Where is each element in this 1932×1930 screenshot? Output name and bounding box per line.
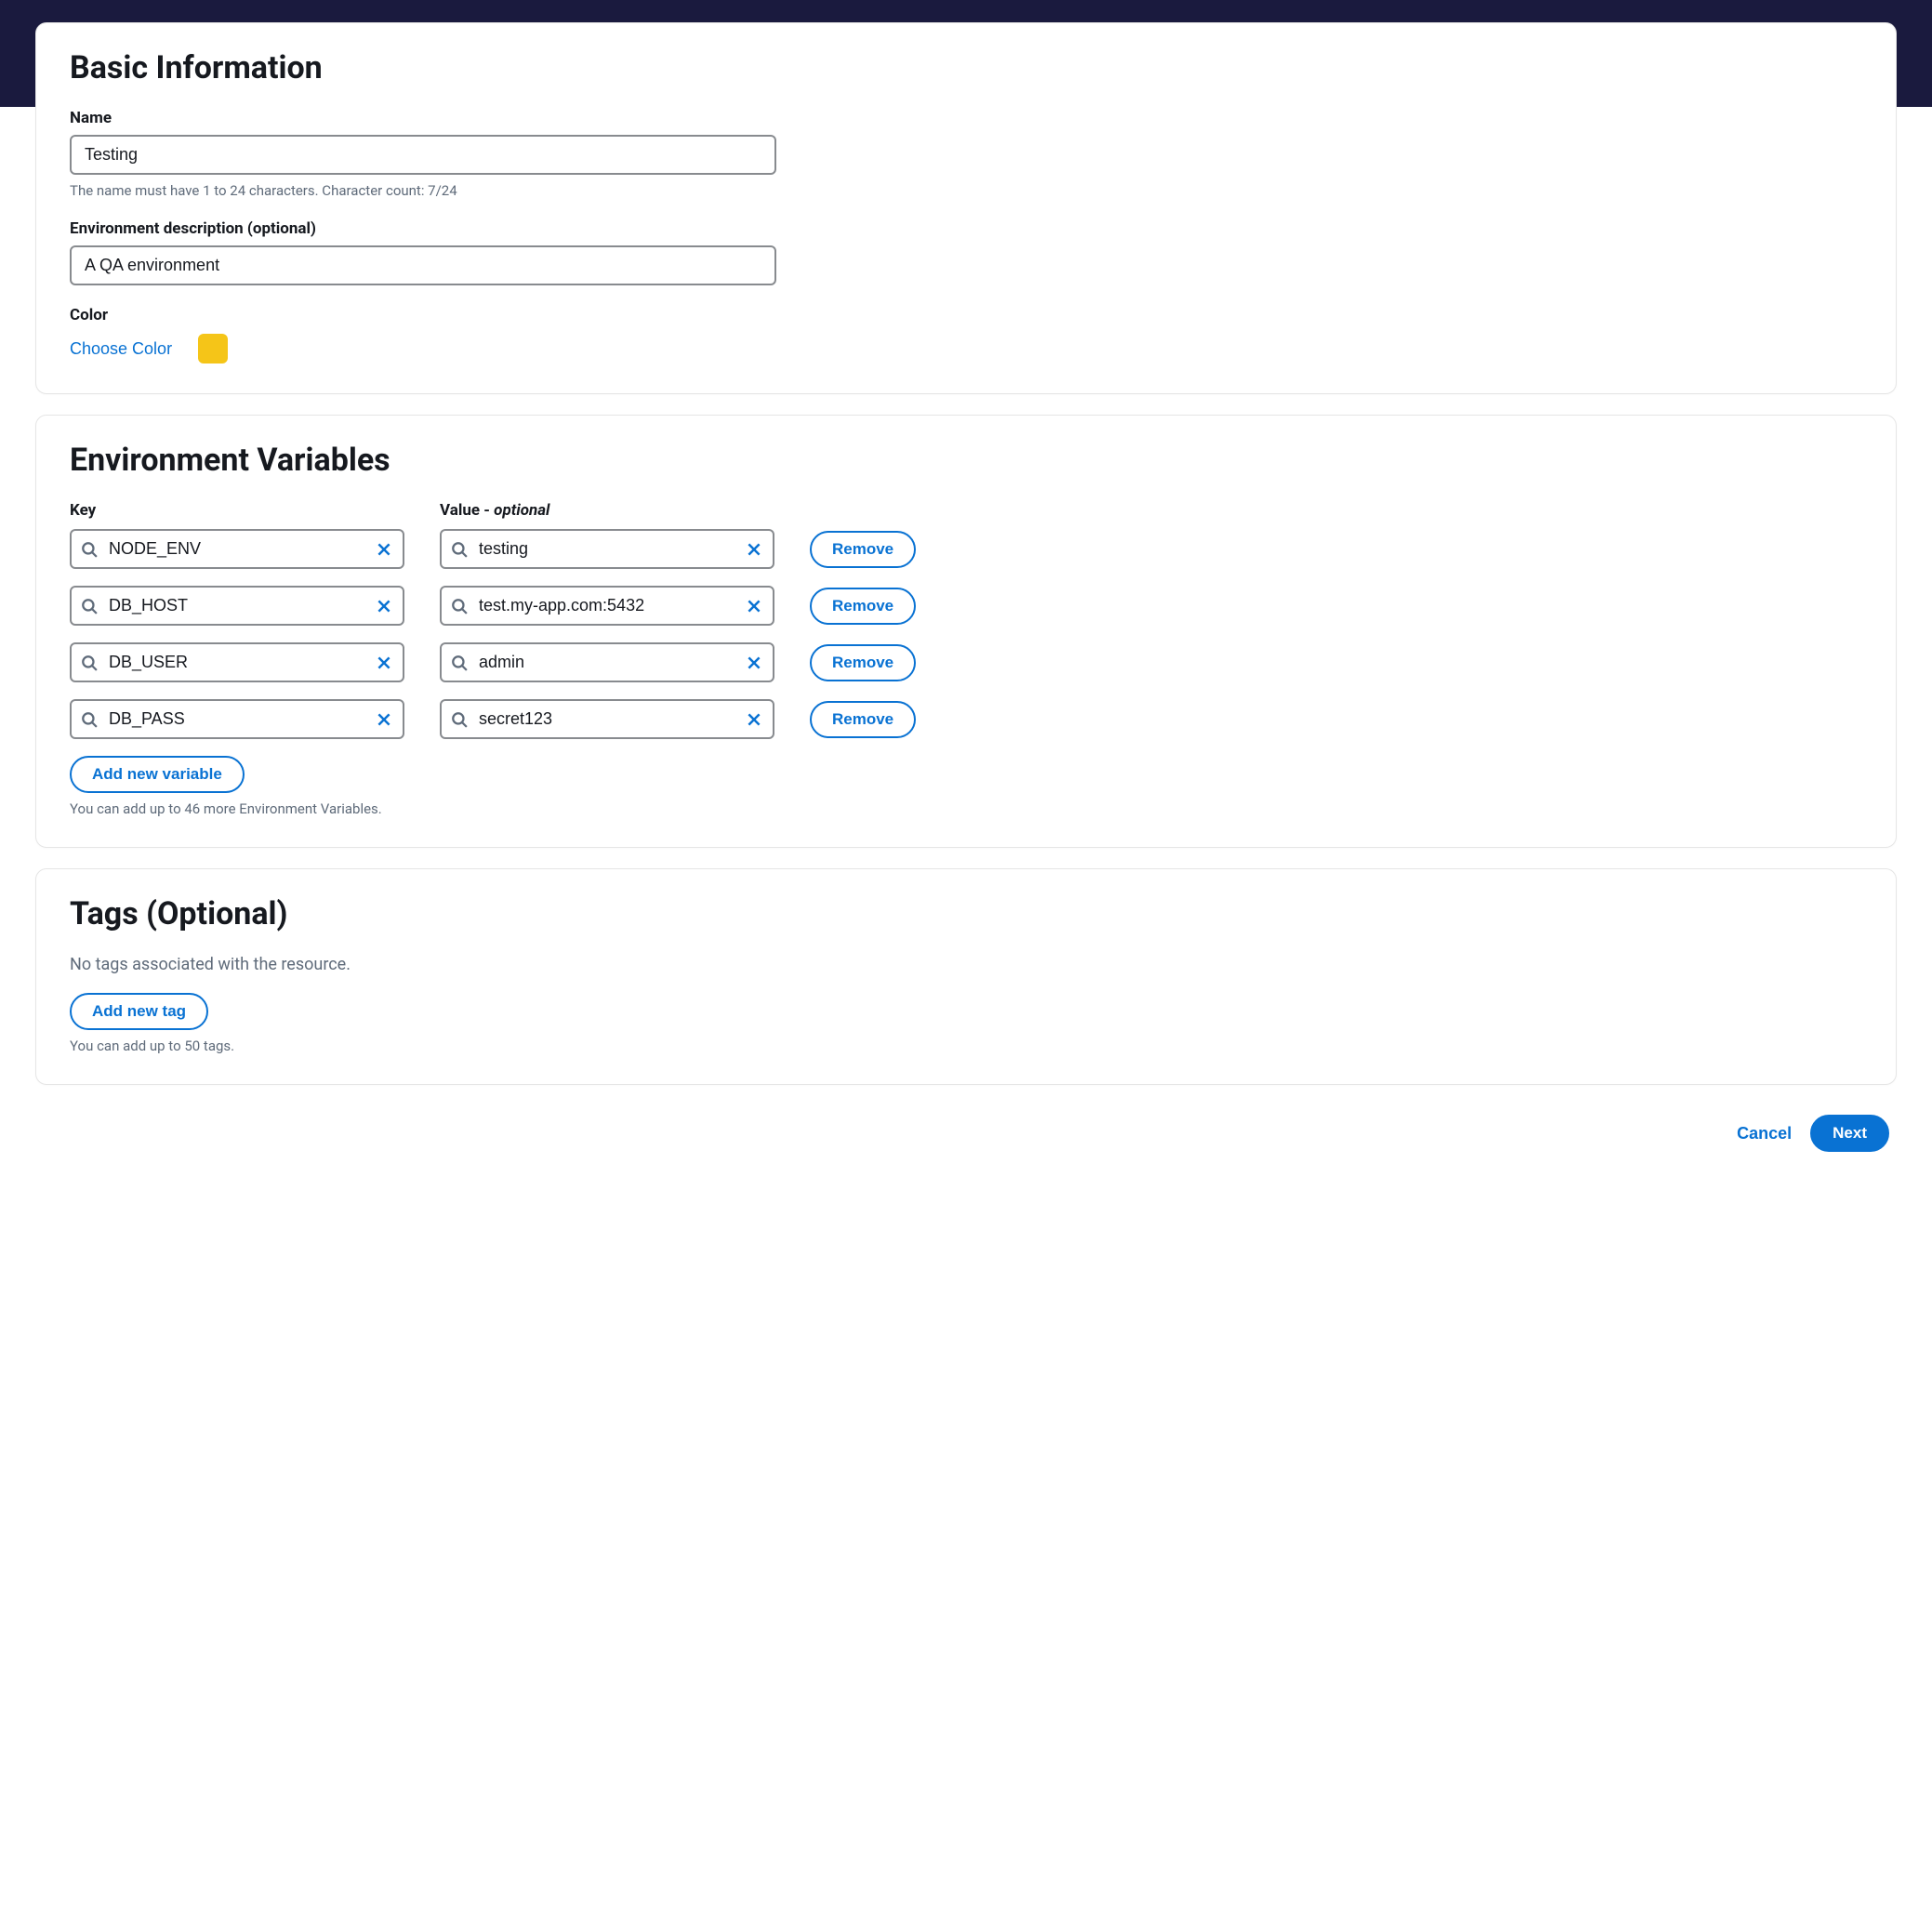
key-input[interactable]	[70, 529, 404, 569]
key-input-wrap	[70, 699, 404, 739]
name-input[interactable]	[70, 135, 776, 175]
description-group: Environment description (optional)	[70, 219, 1862, 285]
name-help-text: The name must have 1 to 24 characters. C…	[70, 182, 1862, 199]
value-input-wrap	[440, 529, 774, 569]
env-vars-help-text: You can add up to 46 more Environment Va…	[70, 800, 1862, 817]
clear-value-button[interactable]	[741, 707, 767, 733]
add-tag-button[interactable]: Add new tag	[70, 993, 208, 1030]
form-footer: Cancel Next	[35, 1105, 1897, 1161]
value-input[interactable]	[440, 586, 774, 626]
basic-info-title: Basic Information	[70, 49, 1862, 86]
env-vars-card: Environment Variables Key Value - option…	[35, 415, 1897, 848]
description-input[interactable]	[70, 245, 776, 285]
env-vars-header: Key Value - optional	[70, 501, 795, 520]
choose-color-button[interactable]: Choose Color	[70, 339, 172, 359]
add-variable-button[interactable]: Add new variable	[70, 756, 245, 793]
key-input-wrap	[70, 529, 404, 569]
value-column-label: Value - optional	[440, 501, 774, 520]
clear-key-button[interactable]	[371, 650, 397, 676]
form-container: Basic Information Name The name must hav…	[0, 0, 1932, 1183]
name-label: Name	[70, 109, 1862, 127]
remove-variable-button[interactable]: Remove	[810, 588, 916, 625]
cancel-button[interactable]: Cancel	[1737, 1124, 1792, 1143]
env-var-row: Remove	[70, 699, 1862, 739]
clear-value-button[interactable]	[741, 650, 767, 676]
key-input-wrap	[70, 642, 404, 682]
name-group: Name The name must have 1 to 24 characte…	[70, 109, 1862, 199]
value-input-wrap	[440, 699, 774, 739]
next-button[interactable]: Next	[1810, 1115, 1889, 1152]
clear-value-button[interactable]	[741, 536, 767, 562]
color-swatch	[198, 334, 228, 364]
key-column-label: Key	[70, 501, 404, 520]
value-input-wrap	[440, 642, 774, 682]
env-vars-title: Environment Variables	[70, 442, 1862, 479]
color-group: Color Choose Color	[70, 306, 1862, 364]
tags-card: Tags (Optional) No tags associated with …	[35, 868, 1897, 1085]
clear-key-button[interactable]	[371, 536, 397, 562]
clear-key-button[interactable]	[371, 593, 397, 619]
remove-variable-button[interactable]: Remove	[810, 701, 916, 738]
tags-empty-text: No tags associated with the resource.	[70, 955, 1862, 974]
key-input[interactable]	[70, 642, 404, 682]
clear-key-button[interactable]	[371, 707, 397, 733]
key-input[interactable]	[70, 699, 404, 739]
basic-info-card: Basic Information Name The name must hav…	[35, 22, 1897, 394]
key-input-wrap	[70, 586, 404, 626]
env-var-row: Remove	[70, 642, 1862, 682]
tags-help-text: You can add up to 50 tags.	[70, 1038, 1862, 1054]
env-var-row: Remove	[70, 529, 1862, 569]
value-input[interactable]	[440, 529, 774, 569]
color-label: Color	[70, 306, 1862, 324]
value-input-wrap	[440, 586, 774, 626]
remove-variable-button[interactable]: Remove	[810, 531, 916, 568]
key-input[interactable]	[70, 586, 404, 626]
remove-variable-button[interactable]: Remove	[810, 644, 916, 681]
value-input[interactable]	[440, 699, 774, 739]
clear-value-button[interactable]	[741, 593, 767, 619]
env-var-row: Remove	[70, 586, 1862, 626]
description-label: Environment description (optional)	[70, 219, 1862, 238]
tags-title: Tags (Optional)	[70, 895, 1862, 932]
env-vars-rows: Remove Remove Remove Remove	[70, 529, 1862, 739]
value-input[interactable]	[440, 642, 774, 682]
